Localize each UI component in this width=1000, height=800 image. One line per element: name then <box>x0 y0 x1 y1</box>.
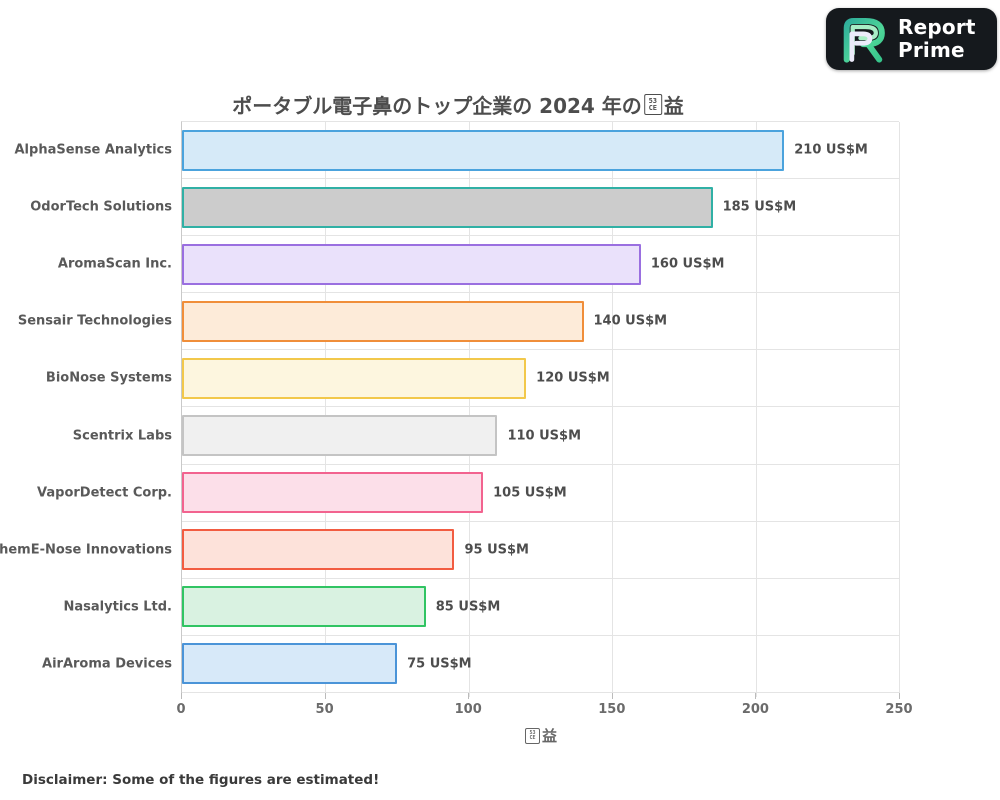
chart-title-suffix: 益 <box>663 94 684 118</box>
bar <box>182 357 527 399</box>
tick-mark <box>181 693 182 699</box>
x-axis: 0 50 100 150 200 250 <box>176 693 913 727</box>
tick-mark <box>468 693 470 699</box>
logo-line-report: Report <box>898 15 976 39</box>
category-label: ChemE-Nose Innovations <box>0 542 172 558</box>
missing-glyph-box: 53 CE <box>524 727 540 744</box>
bar-row: Scentrix Labs 110 US$M <box>73 407 899 465</box>
value-label: 120 US$M <box>536 370 610 386</box>
category-label: AlphaSense Analytics <box>14 142 173 158</box>
tick-label: 0 <box>176 702 186 717</box>
value-label: 95 US$M <box>464 542 529 558</box>
bar <box>182 414 498 456</box>
value-label: 140 US$M <box>593 313 668 329</box>
bar <box>182 529 455 571</box>
bar-row: VaporDetect Corp. 105 US$M <box>37 465 899 522</box>
missing-glyph-box: 53 CE <box>643 94 662 115</box>
logo-line-prime: Prime <box>898 38 965 62</box>
bar <box>182 129 785 171</box>
bar-row: Sensair Technologies 140 US$M <box>18 293 899 351</box>
report-page: Report Prime ポータブル電子鼻のトップ企業の 2024 年の 53 … <box>0 0 1000 800</box>
bar <box>182 300 584 342</box>
tick-label: 200 <box>741 702 769 717</box>
tick-label: 250 <box>885 702 913 717</box>
tick-label: 150 <box>598 702 626 717</box>
bar-rows: AlphaSense Analytics 210 US$M OdorTech Sol… <box>0 122 899 693</box>
bar-row: AromaScan Inc. 160 US$M <box>58 236 899 294</box>
value-label: 110 US$M <box>507 428 582 444</box>
bar-row: AirAroma Devices 75 US$M <box>42 636 899 693</box>
bar <box>182 586 426 628</box>
disclaimer-text: Disclaimer: Some of the figures are esti… <box>22 772 380 788</box>
bar-row: OdorTech Solutions 185 US$M <box>30 179 899 237</box>
tick-label: 100 <box>454 702 482 717</box>
tick-label: 50 <box>315 702 334 717</box>
value-label: 210 US$M <box>794 142 868 158</box>
bar-row: AlphaSense Analytics 210 US$M <box>15 122 899 180</box>
bar-row: BioNose Systems 120 US$M <box>46 350 899 408</box>
plot-area: AlphaSense Analytics 210 US$M OdorTech Sol… <box>0 121 900 697</box>
category-label: Nasalytics Ltd. <box>63 599 172 615</box>
bar-row: Nasalytics Ltd. 85 US$M <box>64 579 899 636</box>
report-prime-logo: Report Prime <box>826 8 997 70</box>
x-axis-label-suffix: 益 <box>541 727 558 745</box>
chart-title-text: ポータブル電子鼻のトップ企業の 2024 年の <box>232 94 642 118</box>
report-prime-r-icon <box>843 18 885 63</box>
category-label: Sensair Technologies <box>17 313 172 329</box>
chart-title: ポータブル電子鼻のトップ企業の 2024 年の 53 CE 益 <box>232 90 684 119</box>
category-label: Scentrix Labs <box>72 428 172 444</box>
x-axis-label: 53 CE 益 <box>523 725 557 746</box>
tick-mark <box>755 693 757 699</box>
value-label: 160 US$M <box>650 256 725 272</box>
category-label: OdorTech Solutions <box>30 199 172 215</box>
bar <box>182 472 484 514</box>
bar <box>182 243 641 285</box>
category-label: AromaScan Inc. <box>57 256 172 272</box>
bar <box>182 186 713 228</box>
bar-row: ChemE-Nose Innovations 95 US$M <box>0 522 899 579</box>
vertical-gridline <box>899 122 900 697</box>
value-label: 85 US$M <box>435 599 501 615</box>
value-label: 105 US$M <box>493 485 567 501</box>
category-label: VaporDetect Corp. <box>37 485 172 501</box>
value-label: 75 US$M <box>407 656 472 672</box>
tick-mark <box>611 693 613 699</box>
tick-mark <box>324 693 326 699</box>
bar <box>182 643 398 685</box>
value-label: 185 US$M <box>722 199 797 215</box>
category-label: BioNose Systems <box>45 370 172 386</box>
category-label: AirAroma Devices <box>42 656 172 672</box>
logo-wordmark: Report Prime <box>898 16 976 62</box>
tick-mark <box>899 693 900 699</box>
